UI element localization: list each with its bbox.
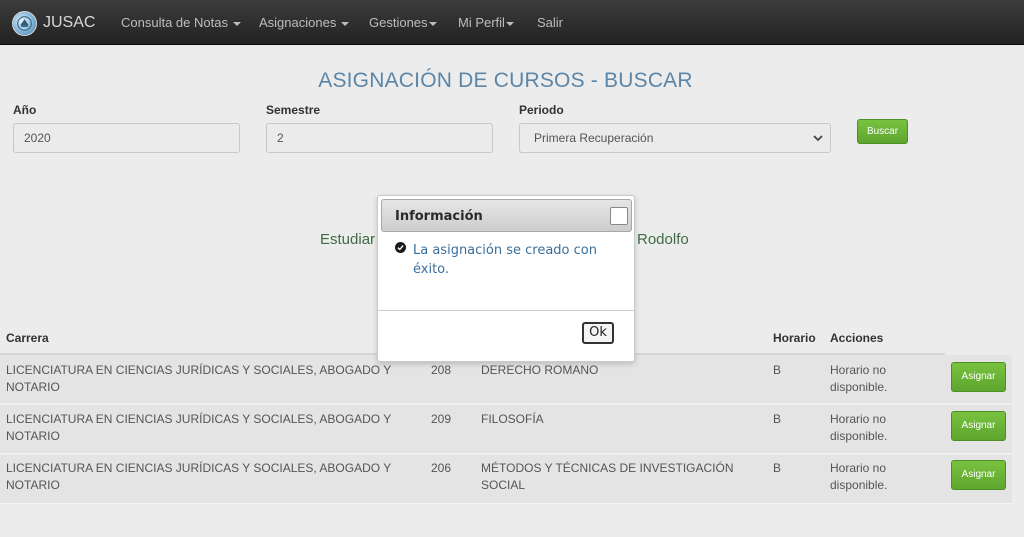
table-row: LICENCIATURA EN CIENCIAS JURÍDICAS Y SOC… [0,455,1012,504]
nav-consulta-de-notas[interactable]: Consulta de Notas [121,15,241,30]
cell-carrera: LICENCIATURA EN CIENCIAS JURÍDICAS Y SOC… [6,363,392,394]
periodo-select[interactable]: Primera Recuperación [519,123,831,153]
cell-seccion: B [773,363,782,377]
cell-seccion: B [773,412,782,426]
nav-salir[interactable]: Salir [537,15,563,30]
nav-label: Salir [537,15,564,30]
nav-label: Consulta de Notas [121,15,228,30]
caret-down-icon [505,21,514,26]
semestre-input[interactable]: 2 [266,123,493,153]
cell-seccion: B [773,461,782,475]
student-name-right: Rodolfo [637,231,689,248]
cell-carrera: LICENCIATURA EN CIENCIAS JURÍDICAS Y SOC… [6,461,392,492]
student-name-left: Estudiar [320,231,376,248]
table-row: LICENCIATURA EN CIENCIAS JURÍDICAS Y SOC… [0,405,1012,454]
navbar: JUSAC Consulta de Notas Asignaciones Ges… [0,0,1024,45]
dialog-title: Información [395,209,483,224]
nav-label: Asignaciones [259,15,337,30]
asignar-button[interactable]: Asignar [951,411,1006,441]
header-horario: Horario [773,331,816,345]
page-title: ASIGNACIÓN DE CURSOS - BUSCAR [318,69,693,92]
buscar-button[interactable]: Buscar [857,119,908,144]
cell-carrera: LICENCIATURA EN CIENCIAS JURÍDICAS Y SOC… [6,412,392,443]
info-dialog: Información La asignación se creado con … [377,195,635,362]
brand-name: JUSAC [43,14,96,31]
dialog-message: La asignación se creado con éxito. [413,243,597,277]
dialog-divider [378,310,634,311]
dialog-header[interactable]: Información [381,199,632,232]
caret-down-icon [428,21,437,26]
close-checkbox-icon[interactable] [610,207,628,225]
check-circle-icon [395,242,406,253]
periodo-label: Periodo [519,103,564,117]
nav-mi-perfil[interactable]: Mi Perfil [458,15,514,30]
cell-horario: Horario no disponible. [830,363,888,394]
cell-curso: DERECHO ROMANO [481,363,599,377]
brand-link[interactable]: JUSAC [12,10,95,36]
cell-codigo: 206 [431,461,452,475]
cell-codigo: 209 [431,412,452,426]
caret-down-icon [232,21,241,26]
caret-down-icon [341,21,350,26]
cell-curso: FILOSOFÍA [481,412,544,426]
header-carrera: Carrera [6,331,49,345]
anio-input[interactable]: 2020 [13,123,240,153]
university-seal-icon [12,10,37,36]
nav-label: Mi Perfil [458,15,505,30]
periodo-selected-value: Primera Recuperación [534,131,654,145]
header-acciones: Acciones [830,331,884,345]
semestre-label: Semestre [266,103,321,117]
nav-asignaciones[interactable]: Asignaciones [259,15,350,30]
cell-horario: Horario no disponible. [830,412,888,443]
cell-curso: MÉTODOS Y TÉCNICAS DE INVESTIGACIÓN SOCI… [481,461,734,492]
asignar-button[interactable]: Asignar [951,362,1006,392]
anio-label: Año [13,103,37,117]
chevron-down-icon [813,135,823,142]
nav-gestiones[interactable]: Gestiones [369,15,437,30]
nav-label: Gestiones [369,15,428,30]
ok-button[interactable]: Ok [582,322,614,344]
asignar-button[interactable]: Asignar [951,460,1006,490]
cell-codigo: 208 [431,363,452,377]
cell-horario: Horario no disponible. [830,461,888,492]
table-row: LICENCIATURA EN CIENCIAS JURÍDICAS Y SOC… [0,355,1012,404]
